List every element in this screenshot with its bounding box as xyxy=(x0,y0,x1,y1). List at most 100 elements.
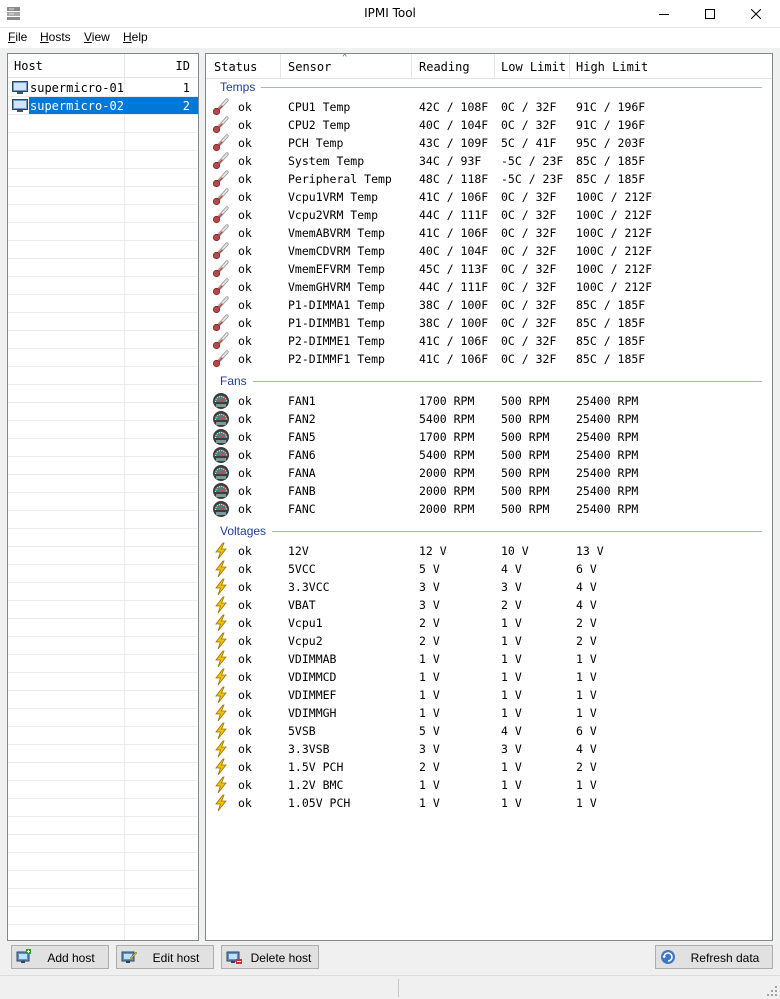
group-header-fans[interactable]: Fans xyxy=(220,374,247,388)
sensor-row[interactable]: ok P2-DIMMF1 Temp 41C / 106F 0C / 32F 85C / … xyxy=(206,350,772,368)
sensor-row[interactable]: ok FAN5 1700 RPM 500 RPM 25400 RPM xyxy=(206,428,772,446)
minimize-icon xyxy=(659,14,669,15)
sensor-row[interactable]: ok FAN6 5400 RPM 500 RPM 25400 RPM xyxy=(206,446,772,464)
fan-gauge-icon xyxy=(213,429,229,445)
sensor-row[interactable]: ok 1.05V PCH 1 V 1 V 1 V xyxy=(206,794,772,812)
sensor-row[interactable]: ok Peripheral Temp 48C / 118F -5C / 23F 85C … xyxy=(206,170,772,188)
sensor-low-limit: -5C / 23F xyxy=(501,154,564,168)
sensor-list[interactable]: Status Sensor ⌃ Reading Low Limit High L… xyxy=(205,53,773,941)
sensor-row[interactable]: ok Vcpu1 2 V 1 V 2 V xyxy=(206,614,772,632)
sensor-high-limit: 1 V xyxy=(576,670,597,684)
sensor-row[interactable]: ok 12V 12 V 10 V 13 V xyxy=(206,542,772,560)
empty-row xyxy=(8,871,198,889)
sensor-row[interactable]: ok System Temp 34C / 93F -5C / 23F 85C / 185… xyxy=(206,152,772,170)
sensor-high-limit: 4 V xyxy=(576,598,597,612)
sensor-row[interactable]: ok 3.3VSB 3 V 3 V 4 V xyxy=(206,740,772,758)
maximize-button[interactable] xyxy=(687,0,733,28)
delete-host-button[interactable]: Delete host xyxy=(221,945,319,969)
group-header-voltages[interactable]: Voltages xyxy=(220,524,266,538)
sensor-row[interactable]: ok VDIMMCD 1 V 1 V 1 V xyxy=(206,668,772,686)
sensor-row[interactable]: ok VmemGHVRM Temp 44C / 111F 0C / 32F 100C /… xyxy=(206,278,772,296)
sensor-row[interactable]: ok P1-DIMMB1 Temp 38C / 100F 0C / 32F 85C / … xyxy=(206,314,772,332)
group-header-temps[interactable]: Temps xyxy=(220,80,255,94)
sensor-row[interactable]: ok FAN1 1700 RPM 500 RPM 25400 RPM xyxy=(206,392,772,410)
sensor-status: ok xyxy=(238,724,252,738)
sensor-row[interactable]: ok 3.3VCC 3 V 3 V 4 V xyxy=(206,578,772,596)
host-row[interactable]: supermicro-02 2 xyxy=(8,97,198,115)
sensor-status: ok xyxy=(238,208,252,222)
column-header-low-limit[interactable]: Low Limit xyxy=(501,60,566,74)
sensor-row[interactable]: ok 5VCC 5 V 4 V 6 V xyxy=(206,560,772,578)
sensor-row[interactable]: ok FANC 2000 RPM 500 RPM 25400 RPM xyxy=(206,500,772,518)
column-header-id[interactable]: ID xyxy=(176,59,190,73)
sensor-reading: 2 V xyxy=(419,616,440,630)
empty-row xyxy=(8,259,198,277)
sensor-low-limit: 0C / 32F xyxy=(501,118,557,132)
menu-hosts[interactable]: Hosts xyxy=(40,30,71,44)
sensor-high-limit: 85C / 185F xyxy=(576,352,646,366)
sensor-reading: 2000 RPM xyxy=(419,484,475,498)
sensor-name: Vcpu1 xyxy=(288,616,323,630)
sensor-status: ok xyxy=(238,466,252,480)
sensor-row[interactable]: ok CPU2 Temp 40C / 104F 0C / 32F 91C / 196F xyxy=(206,116,772,134)
sensor-row[interactable]: ok VmemABVRM Temp 41C / 106F 0C / 32F 100C /… xyxy=(206,224,772,242)
sensor-row[interactable]: ok FANA 2000 RPM 500 RPM 25400 RPM xyxy=(206,464,772,482)
sensor-low-limit: 0C / 32F xyxy=(501,100,557,114)
sensor-high-limit: 1 V xyxy=(576,652,597,666)
sensor-row[interactable]: ok VDIMMEF 1 V 1 V 1 V xyxy=(206,686,772,704)
column-header-sensor[interactable]: Sensor xyxy=(288,60,331,74)
sensor-row[interactable]: ok 5VSB 5 V 4 V 6 V xyxy=(206,722,772,740)
sensor-reading: 5 V xyxy=(419,724,440,738)
empty-row xyxy=(8,781,198,799)
menu-bar: File Hosts View Help xyxy=(0,28,780,48)
minimize-button[interactable] xyxy=(641,0,687,28)
sensor-name: VmemCDVRM Temp xyxy=(288,244,385,258)
sensor-row[interactable]: ok Vcpu1VRM Temp 41C / 106F 0C / 32F 100C / … xyxy=(206,188,772,206)
host-list[interactable]: Host ID supermicro-01 1 supermicro-02 2 xyxy=(7,53,199,941)
menu-help[interactable]: Help xyxy=(123,30,148,44)
close-button[interactable] xyxy=(733,0,779,28)
fan-gauge-icon xyxy=(213,465,229,481)
sensor-row[interactable]: ok VmemCDVRM Temp 40C / 104F 0C / 32F 100C /… xyxy=(206,242,772,260)
add-host-button[interactable]: Add host xyxy=(11,945,109,969)
host-row[interactable]: supermicro-01 1 xyxy=(8,79,198,97)
thermometer-icon xyxy=(212,242,229,260)
sensor-name: FANA xyxy=(288,466,316,480)
sensor-high-limit: 100C / 212F xyxy=(576,280,653,294)
sensor-row[interactable]: ok VDIMMAB 1 V 1 V 1 V xyxy=(206,650,772,668)
sensor-row[interactable]: ok CPU1 Temp 42C / 108F 0C / 32F 91C / 196F xyxy=(206,98,772,116)
menu-view[interactable]: View xyxy=(84,30,110,44)
sensor-status: ok xyxy=(238,634,252,648)
sensor-row[interactable]: ok P2-DIMME1 Temp 41C / 106F 0C / 32F 85C / … xyxy=(206,332,772,350)
sensor-list-header: Status Sensor ⌃ Reading Low Limit High L… xyxy=(206,54,772,79)
column-header-status[interactable]: Status xyxy=(214,60,257,74)
sensor-row[interactable]: ok 1.2V BMC 1 V 1 V 1 V xyxy=(206,776,772,794)
column-header-high-limit[interactable]: High Limit xyxy=(576,60,648,74)
sensor-row[interactable]: ok VBAT 3 V 2 V 4 V xyxy=(206,596,772,614)
resize-grip-icon[interactable] xyxy=(766,985,778,997)
sensor-name: VDIMMAB xyxy=(288,652,337,666)
sensor-row[interactable]: ok FAN2 5400 RPM 500 RPM 25400 RPM xyxy=(206,410,772,428)
sensor-row[interactable]: ok P1-DIMMA1 Temp 38C / 100F 0C / 32F 85C / … xyxy=(206,296,772,314)
edit-host-button[interactable]: Edit host xyxy=(116,945,214,969)
sensor-row[interactable]: ok 1.5V PCH 2 V 1 V 2 V xyxy=(206,758,772,776)
sensor-row[interactable]: ok Vcpu2 2 V 1 V 2 V xyxy=(206,632,772,650)
sensor-row[interactable]: ok VmemEFVRM Temp 45C / 113F 0C / 32F 100C /… xyxy=(206,260,772,278)
sensor-high-limit: 95C / 203F xyxy=(576,136,646,150)
fan-gauge-icon xyxy=(213,447,229,463)
maximize-icon xyxy=(705,9,715,19)
empty-row xyxy=(8,295,198,313)
sensor-row[interactable]: ok FANB 2000 RPM 500 RPM 25400 RPM xyxy=(206,482,772,500)
refresh-data-button[interactable]: Refresh data xyxy=(655,945,773,969)
sensor-row[interactable]: ok VDIMMGH 1 V 1 V 1 V xyxy=(206,704,772,722)
sensor-low-limit: 0C / 32F xyxy=(501,352,557,366)
sensor-row[interactable]: ok Vcpu2VRM Temp 44C / 111F 0C / 32F 100C / … xyxy=(206,206,772,224)
sensor-name: 1.2V BMC xyxy=(288,778,344,792)
sensor-name: System Temp xyxy=(288,154,365,168)
empty-row xyxy=(8,745,198,763)
column-header-reading[interactable]: Reading xyxy=(419,60,470,74)
menu-file[interactable]: File xyxy=(8,30,27,44)
column-header-host[interactable]: Host xyxy=(14,59,43,73)
sensor-row[interactable]: ok PCH Temp 43C / 109F 5C / 41F 95C / 203F xyxy=(206,134,772,152)
sensor-low-limit: 0C / 32F xyxy=(501,208,557,222)
